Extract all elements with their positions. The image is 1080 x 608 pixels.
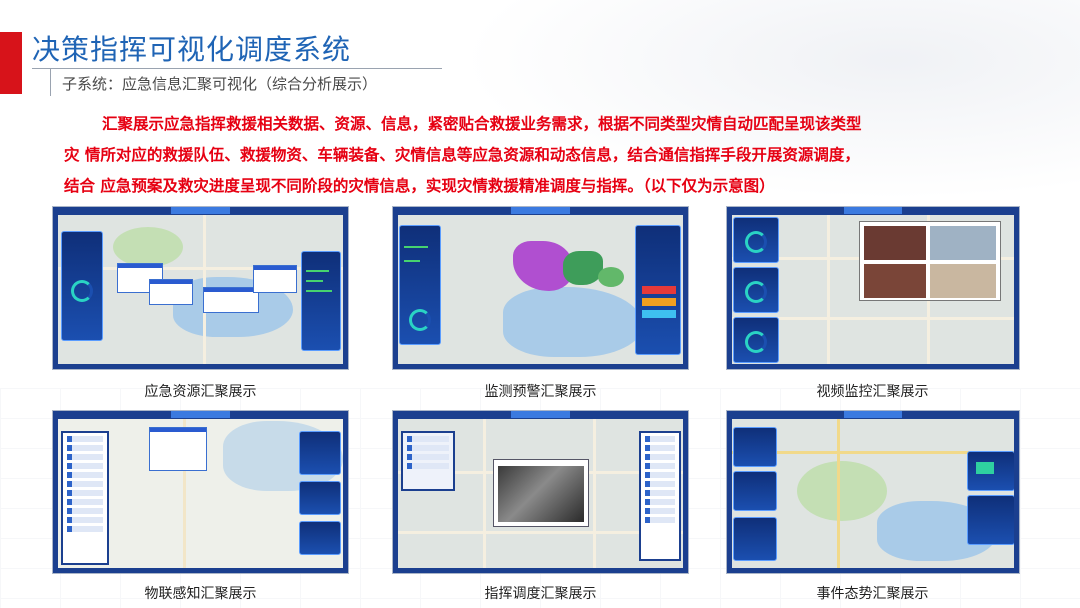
panel-caption: 事件态势汇聚展示 xyxy=(816,586,929,602)
screenshot-monitoring-warning[interactable] xyxy=(392,206,689,370)
description: 汇聚展示应急指挥救援相关数据、资源、信息，紧密贴合救援业务需求，根据不同类型灾情… xyxy=(64,108,1024,201)
panel-caption: 视频监控汇聚展示 xyxy=(816,384,929,400)
page-subtitle: 子系统：应急信息汇聚可视化（综合分析展示） xyxy=(62,75,378,93)
screenshot-emergency-resources[interactable] xyxy=(52,206,349,370)
panel-caption: 指挥调度汇聚展示 xyxy=(484,586,597,602)
title-underline xyxy=(32,68,442,69)
description-line: 灾 情所对应的救援队伍、救援物资、车辆装备、灾情信息等应急资源和动态信息，结合通… xyxy=(64,145,860,164)
panel-caption: 应急资源汇聚展示 xyxy=(144,384,257,400)
screenshot-event-situation[interactable] xyxy=(726,410,1020,574)
title-divider xyxy=(50,68,51,96)
screenshot-iot-sensing[interactable] xyxy=(52,410,349,574)
screenshot-video-surveillance[interactable] xyxy=(726,206,1020,370)
title-accent-bar xyxy=(0,32,22,94)
description-line: 汇聚展示应急指挥救援相关数据、资源、信息，紧密贴合救援业务需求，根据不同类型灾情… xyxy=(102,114,862,133)
description-line: 结合 应急预案及救灾进度呈现不同阶段的灾情信息，实现灾情救援精准调度与指挥。（以… xyxy=(64,176,775,195)
panel-caption: 物联感知汇聚展示 xyxy=(144,586,257,602)
panel-caption: 监测预警汇聚展示 xyxy=(484,384,597,400)
page-title: 决策指挥可视化调度系统 xyxy=(32,33,352,66)
screenshot-command-dispatch[interactable] xyxy=(392,410,689,574)
